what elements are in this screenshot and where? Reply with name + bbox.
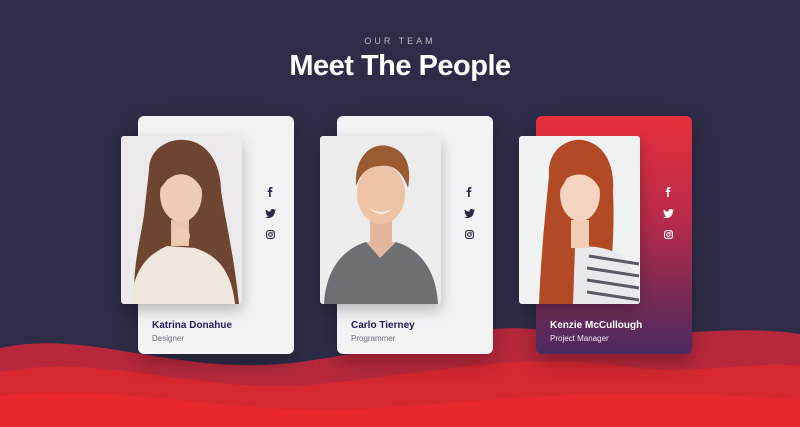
team-photo (121, 136, 242, 304)
member-role: Project Manager (550, 334, 609, 343)
team-photo (519, 136, 640, 304)
team-photo (320, 136, 441, 304)
member-role: Programmer (351, 334, 396, 343)
team-card-kenzie: Kenzie McCullough Project Manager (519, 116, 692, 354)
eyebrow-label: OUR TEAM (364, 36, 436, 46)
facebook-icon[interactable] (462, 186, 476, 198)
team-card-carlo: Carlo Tierney Programmer (320, 116, 493, 354)
social-links (260, 186, 280, 240)
member-name: Carlo Tierney (351, 320, 415, 331)
twitter-icon[interactable] (462, 207, 476, 219)
instagram-icon[interactable] (263, 228, 277, 240)
twitter-icon[interactable] (263, 207, 277, 219)
facebook-icon[interactable] (263, 186, 277, 198)
social-links (658, 186, 678, 240)
social-links (459, 186, 479, 240)
facebook-icon[interactable] (661, 186, 675, 198)
team-card-katrina: Katrina Donahue Designer (121, 116, 294, 354)
instagram-icon[interactable] (661, 228, 675, 240)
instagram-icon[interactable] (462, 228, 476, 240)
member-role: Designer (152, 334, 185, 343)
page-title: Meet The People (289, 50, 511, 82)
twitter-icon[interactable] (661, 207, 675, 219)
member-name: Katrina Donahue (152, 320, 233, 331)
member-name: Kenzie McCullough (550, 320, 643, 331)
